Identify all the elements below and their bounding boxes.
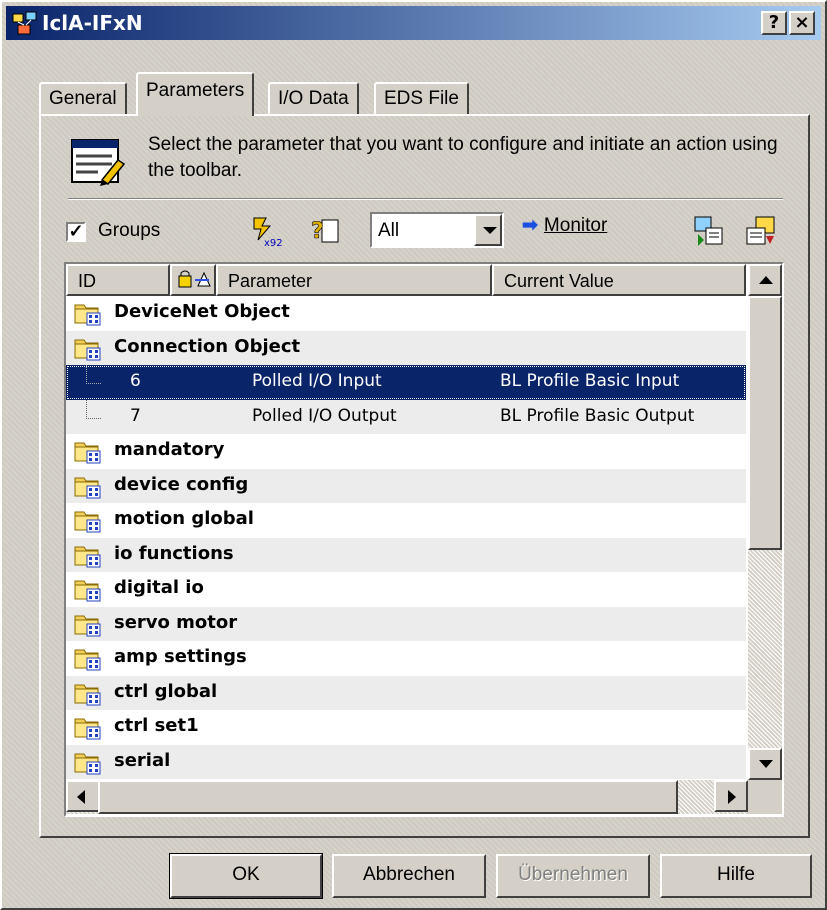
tab-general[interactable]: General [39, 82, 127, 114]
apply-button[interactable]: Übernehmen [496, 854, 650, 898]
cancel-button[interactable]: Abbrechen [332, 854, 486, 898]
device-network-icon [12, 11, 37, 35]
tab-eds-file[interactable]: EDS File [374, 82, 469, 114]
tab-parameters[interactable]: Parameters [136, 72, 255, 116]
tab-io-data[interactable]: I/O Data [268, 82, 359, 114]
dialog-window: IclA-IFxN ? × General Parameters I/O Dat… [0, 0, 827, 910]
close-button[interactable]: × [789, 11, 815, 35]
tab-panel [39, 114, 810, 838]
ok-button[interactable]: OK [169, 853, 323, 899]
help-button[interactable]: Hilfe [660, 854, 812, 898]
window-title: IclA-IFxN [42, 11, 143, 35]
title-bar[interactable]: IclA-IFxN ? × [6, 6, 821, 40]
help-title-button[interactable]: ? [761, 11, 787, 35]
